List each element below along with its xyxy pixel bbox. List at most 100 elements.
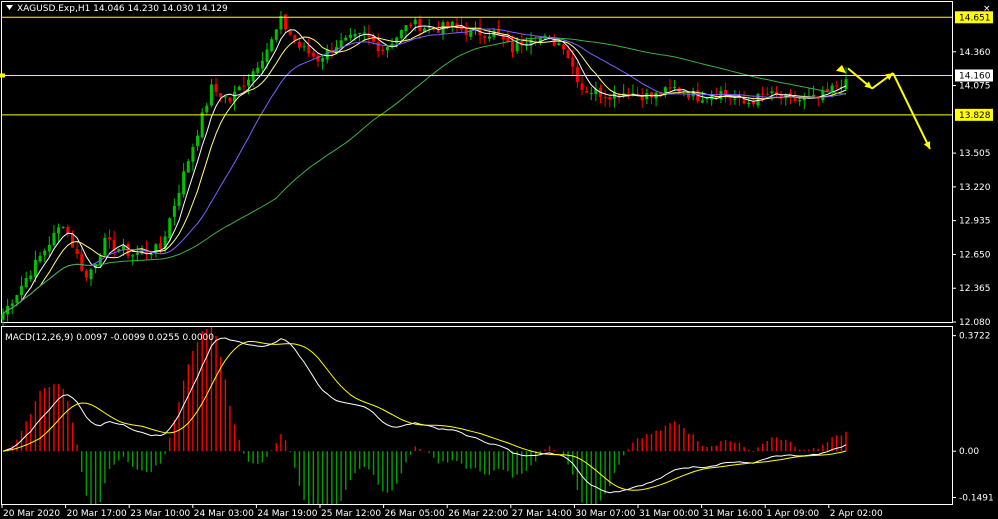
time-tick-label: 26 Mar 22:00 bbox=[448, 509, 508, 519]
candle-body bbox=[158, 243, 162, 250]
candle-body bbox=[483, 36, 487, 38]
candle-body bbox=[844, 79, 848, 89]
candle-body bbox=[297, 41, 301, 48]
candle-body bbox=[381, 49, 385, 52]
price-level-label: 13.828 bbox=[959, 111, 991, 121]
time-tick-label: 1 Apr 09:00 bbox=[766, 509, 819, 519]
candle-body bbox=[404, 25, 408, 31]
price-tick-label: 12.365 bbox=[959, 284, 991, 294]
candle-body bbox=[29, 275, 33, 280]
candle-body bbox=[237, 86, 241, 91]
price-tick-label: 14.075 bbox=[959, 82, 991, 92]
chart-window[interactable]: XAGUSD.Exp,H1 14.046 14.230 14.030 14.12… bbox=[0, 0, 998, 519]
candle-body bbox=[214, 84, 218, 92]
candle-body bbox=[186, 161, 190, 173]
time-tick-label: 24 Mar 19:00 bbox=[257, 509, 317, 519]
candle-body bbox=[395, 37, 399, 44]
candle-body bbox=[1, 313, 5, 320]
candle-body bbox=[191, 147, 195, 162]
candle-body bbox=[108, 237, 112, 240]
candle-body bbox=[747, 102, 751, 105]
candle-body bbox=[765, 93, 769, 95]
time-tick-label: 25 Mar 12:00 bbox=[321, 509, 381, 519]
candle-body bbox=[43, 250, 47, 256]
candle-body bbox=[223, 96, 227, 98]
candle-body bbox=[770, 91, 774, 94]
candle-body bbox=[316, 55, 320, 62]
candle-body bbox=[487, 36, 491, 39]
candle-body bbox=[376, 42, 380, 51]
candle-body bbox=[103, 237, 107, 256]
candle-body bbox=[10, 303, 14, 306]
candle-body bbox=[825, 89, 829, 92]
time-tick-label: 20 Mar 17:00 bbox=[67, 509, 127, 519]
candle-body bbox=[409, 24, 413, 26]
price-tick-label: 12.080 bbox=[959, 318, 991, 328]
time-tick-label: 2 Apr 02:00 bbox=[830, 509, 883, 519]
time-tick-label: 23 Mar 10:00 bbox=[130, 509, 190, 519]
candle-body bbox=[830, 85, 834, 92]
candle-body bbox=[751, 101, 755, 105]
candle-body bbox=[149, 254, 153, 256]
candle-body bbox=[24, 278, 28, 288]
candle-body bbox=[798, 100, 802, 102]
time-tick-label: 31 Mar 16:00 bbox=[703, 509, 763, 519]
candle-body bbox=[427, 27, 431, 29]
candle-body bbox=[219, 93, 223, 98]
candle-body bbox=[209, 84, 213, 106]
candle-body bbox=[561, 44, 565, 50]
price-level-label: 14.160 bbox=[959, 71, 991, 81]
candle-body bbox=[719, 91, 723, 100]
candle-body bbox=[344, 37, 348, 41]
candle-body bbox=[705, 98, 709, 100]
candle-body bbox=[89, 269, 93, 280]
price-tick-label: 14.360 bbox=[959, 48, 991, 58]
candle-body bbox=[172, 205, 176, 217]
candle-body bbox=[761, 93, 765, 95]
candle-body bbox=[608, 97, 612, 100]
time-tick-label: 24 Mar 03:00 bbox=[194, 509, 254, 519]
candle-body bbox=[75, 249, 79, 255]
candle-body bbox=[177, 192, 181, 207]
candle-body bbox=[228, 97, 232, 102]
candle-body bbox=[668, 87, 672, 89]
candle-body bbox=[585, 90, 589, 93]
candle-body bbox=[307, 45, 311, 54]
candle-body bbox=[260, 60, 264, 69]
candle-body bbox=[580, 83, 584, 91]
candle-body bbox=[575, 67, 579, 83]
price-tick-label: 13.505 bbox=[959, 149, 991, 159]
candle-body bbox=[251, 71, 255, 82]
macd-tick-label: -0.1491 bbox=[959, 494, 994, 504]
candle-body bbox=[154, 244, 158, 254]
price-level-label: 14.651 bbox=[959, 13, 991, 23]
level-marker bbox=[0, 73, 5, 78]
candle-body bbox=[205, 105, 209, 113]
candle-body bbox=[131, 255, 135, 257]
price-tick-label: 12.935 bbox=[959, 217, 991, 227]
candle-body bbox=[279, 16, 283, 30]
time-tick-label: 26 Mar 05:00 bbox=[385, 509, 445, 519]
symbol-title: XAGUSD.Exp,H1 14.046 14.230 14.030 14.12… bbox=[17, 4, 228, 14]
candle-body bbox=[835, 85, 839, 87]
time-tick-label: 31 Mar 00:00 bbox=[639, 509, 699, 519]
time-tick-label: 20 Mar 2020 bbox=[3, 509, 60, 519]
candle-body bbox=[511, 41, 515, 53]
time-tick-label: 27 Mar 14:00 bbox=[512, 509, 572, 519]
candle-body bbox=[38, 255, 42, 262]
candle-body bbox=[47, 244, 51, 252]
candle-body bbox=[70, 233, 74, 248]
candle-body bbox=[182, 171, 186, 195]
candle-body bbox=[348, 34, 352, 38]
price-tick-label: 13.220 bbox=[959, 183, 991, 193]
candle-body bbox=[200, 112, 204, 138]
candle-body bbox=[603, 96, 607, 99]
candle-body bbox=[246, 79, 250, 86]
macd-tick-label: 0.3722 bbox=[959, 332, 991, 342]
macd-tick-label: 0.00 bbox=[959, 447, 979, 457]
candle-body bbox=[256, 67, 260, 73]
candle-body bbox=[196, 135, 200, 146]
candle-body bbox=[20, 285, 24, 296]
candle-body bbox=[135, 252, 139, 255]
candle-body bbox=[242, 85, 246, 87]
